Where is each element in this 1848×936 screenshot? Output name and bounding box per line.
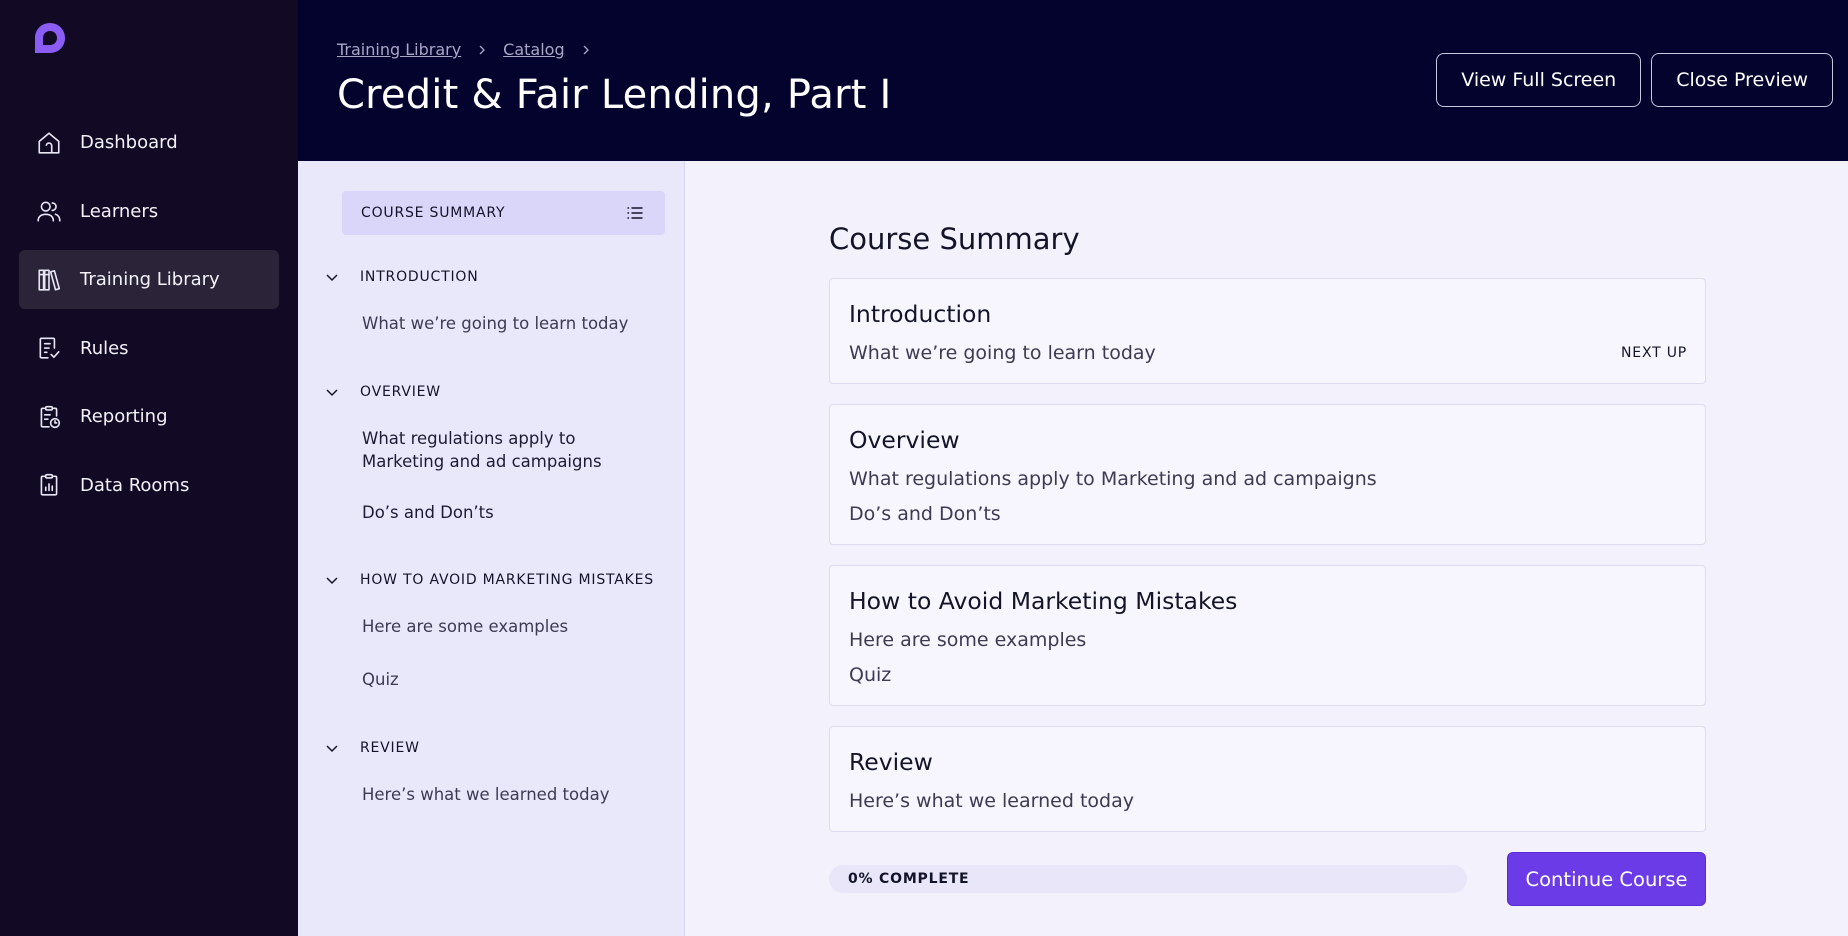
sidebar-item-learners[interactable]: Learners [19,182,279,241]
sidebar-item-dashboard[interactable]: Dashboard [19,113,279,172]
course-summary-toggle[interactable]: COURSE SUMMARY [342,191,665,235]
outline-lesson-item[interactable]: What we’re going to learn today [362,312,685,335]
chevron-down-icon [324,572,340,588]
sidebar-item-label: Training Library [80,269,220,290]
outline-section-introduction: INTRODUCTION What we’re going to learn t… [298,265,685,335]
outline-lesson-item[interactable]: Do’s and Don’ts [362,501,685,524]
view-full-screen-button[interactable]: View Full Screen [1436,53,1642,107]
list-icon [625,203,645,223]
course-section-card-how-to-avoid[interactable]: How to Avoid Marketing Mistakes Here are… [829,565,1706,706]
outline-lesson-item[interactable]: What regulations apply to Marketing and … [362,427,602,473]
close-preview-button[interactable]: Close Preview [1651,53,1833,107]
chevron-right-icon [581,45,591,55]
card-title: Overview [849,426,960,454]
home-icon [36,130,62,156]
course-section-card-overview[interactable]: Overview What regulations apply to Marke… [829,404,1706,545]
header-actions: View Full Screen Close Preview [1436,53,1833,107]
card-lesson: Here’s what we learned today [849,790,1134,812]
course-section-card-review[interactable]: Review Here’s what we learned today [829,726,1706,832]
sidebar-nav: Dashboard Learners Training Library Rule… [19,113,279,524]
card-lesson: What we’re going to learn today [849,342,1156,364]
page-title: Credit & Fair Lending, Part I [337,72,892,118]
sidebar-item-training-library[interactable]: Training Library [19,250,279,309]
outline-section-toggle[interactable]: INTRODUCTION [298,265,685,289]
chevron-down-icon [324,740,340,756]
breadcrumb-link-training-library[interactable]: Training Library [337,40,461,59]
clipboard-clock-icon [36,404,62,430]
card-lesson: What regulations apply to Marketing and … [849,468,1377,490]
sidebar-item-reporting[interactable]: Reporting [19,387,279,446]
outline-section-toggle[interactable]: REVIEW [298,736,685,760]
chevron-down-icon [324,384,340,400]
sidebar-item-data-rooms[interactable]: Data Rooms [19,456,279,515]
brand-logo-icon[interactable] [32,20,68,56]
outline-lesson-item[interactable]: Quiz [362,668,685,691]
chevron-right-icon [477,45,487,55]
outline-section-toggle[interactable]: OVERVIEW [298,380,685,404]
breadcrumb-link-catalog[interactable]: Catalog [503,40,564,59]
sidebar-item-rules[interactable]: Rules [19,319,279,378]
outline-section-review: REVIEW Here’s what we learned today [298,736,685,806]
outline-section-title: HOW TO AVOID MARKETING MISTAKES [360,572,654,588]
course-section-card-introduction[interactable]: Introduction What we’re going to learn t… [829,278,1706,384]
card-title: How to Avoid Marketing Mistakes [849,587,1238,615]
users-icon [36,198,62,224]
outline-section-how-to-avoid: HOW TO AVOID MARKETING MISTAKES Here are… [298,568,685,691]
card-title: Review [849,748,933,776]
outline-section-title: REVIEW [360,740,420,756]
document-check-icon [36,335,62,361]
progress-label: 0% COMPLETE [848,871,970,887]
course-progress-bar: 0% COMPLETE [829,865,1467,893]
course-outline: COURSE SUMMARY INTRODUCTION What we’re g… [298,161,685,936]
outline-section-title: INTRODUCTION [360,269,479,285]
card-lesson: Quiz [849,664,892,686]
sidebar-item-label: Data Rooms [80,474,190,496]
sidebar-item-label: Reporting [80,406,168,427]
breadcrumb: Training Library Catalog [337,40,607,59]
next-up-badge: NEXT UP [1621,345,1687,361]
sidebar-item-label: Dashboard [80,132,178,153]
sidebar-item-label: Rules [80,337,129,359]
outline-lesson-item[interactable]: Here are some examples [362,615,685,638]
outline-heading: COURSE SUMMARY [361,205,506,221]
outline-lesson-item[interactable]: Here’s what we learned today [362,783,685,806]
sidebar: Dashboard Learners Training Library Rule… [0,0,298,936]
books-icon [36,267,62,293]
outline-section-title: OVERVIEW [360,384,441,400]
page-header: Training Library Catalog Credit & Fair L… [298,0,1848,161]
sidebar-item-label: Learners [80,200,159,222]
outline-section-toggle[interactable]: HOW TO AVOID MARKETING MISTAKES [298,568,685,592]
card-lesson: Here are some examples [849,629,1087,651]
card-title: Introduction [849,300,992,328]
course-summary-title: Course Summary [829,222,1080,256]
chevron-down-icon [324,269,340,285]
outline-section-overview: OVERVIEW What regulations apply to Marke… [298,380,685,524]
clipboard-chart-icon [36,472,62,498]
card-lesson: Do’s and Don’ts [849,503,1001,525]
continue-course-button[interactable]: Continue Course [1507,852,1706,906]
